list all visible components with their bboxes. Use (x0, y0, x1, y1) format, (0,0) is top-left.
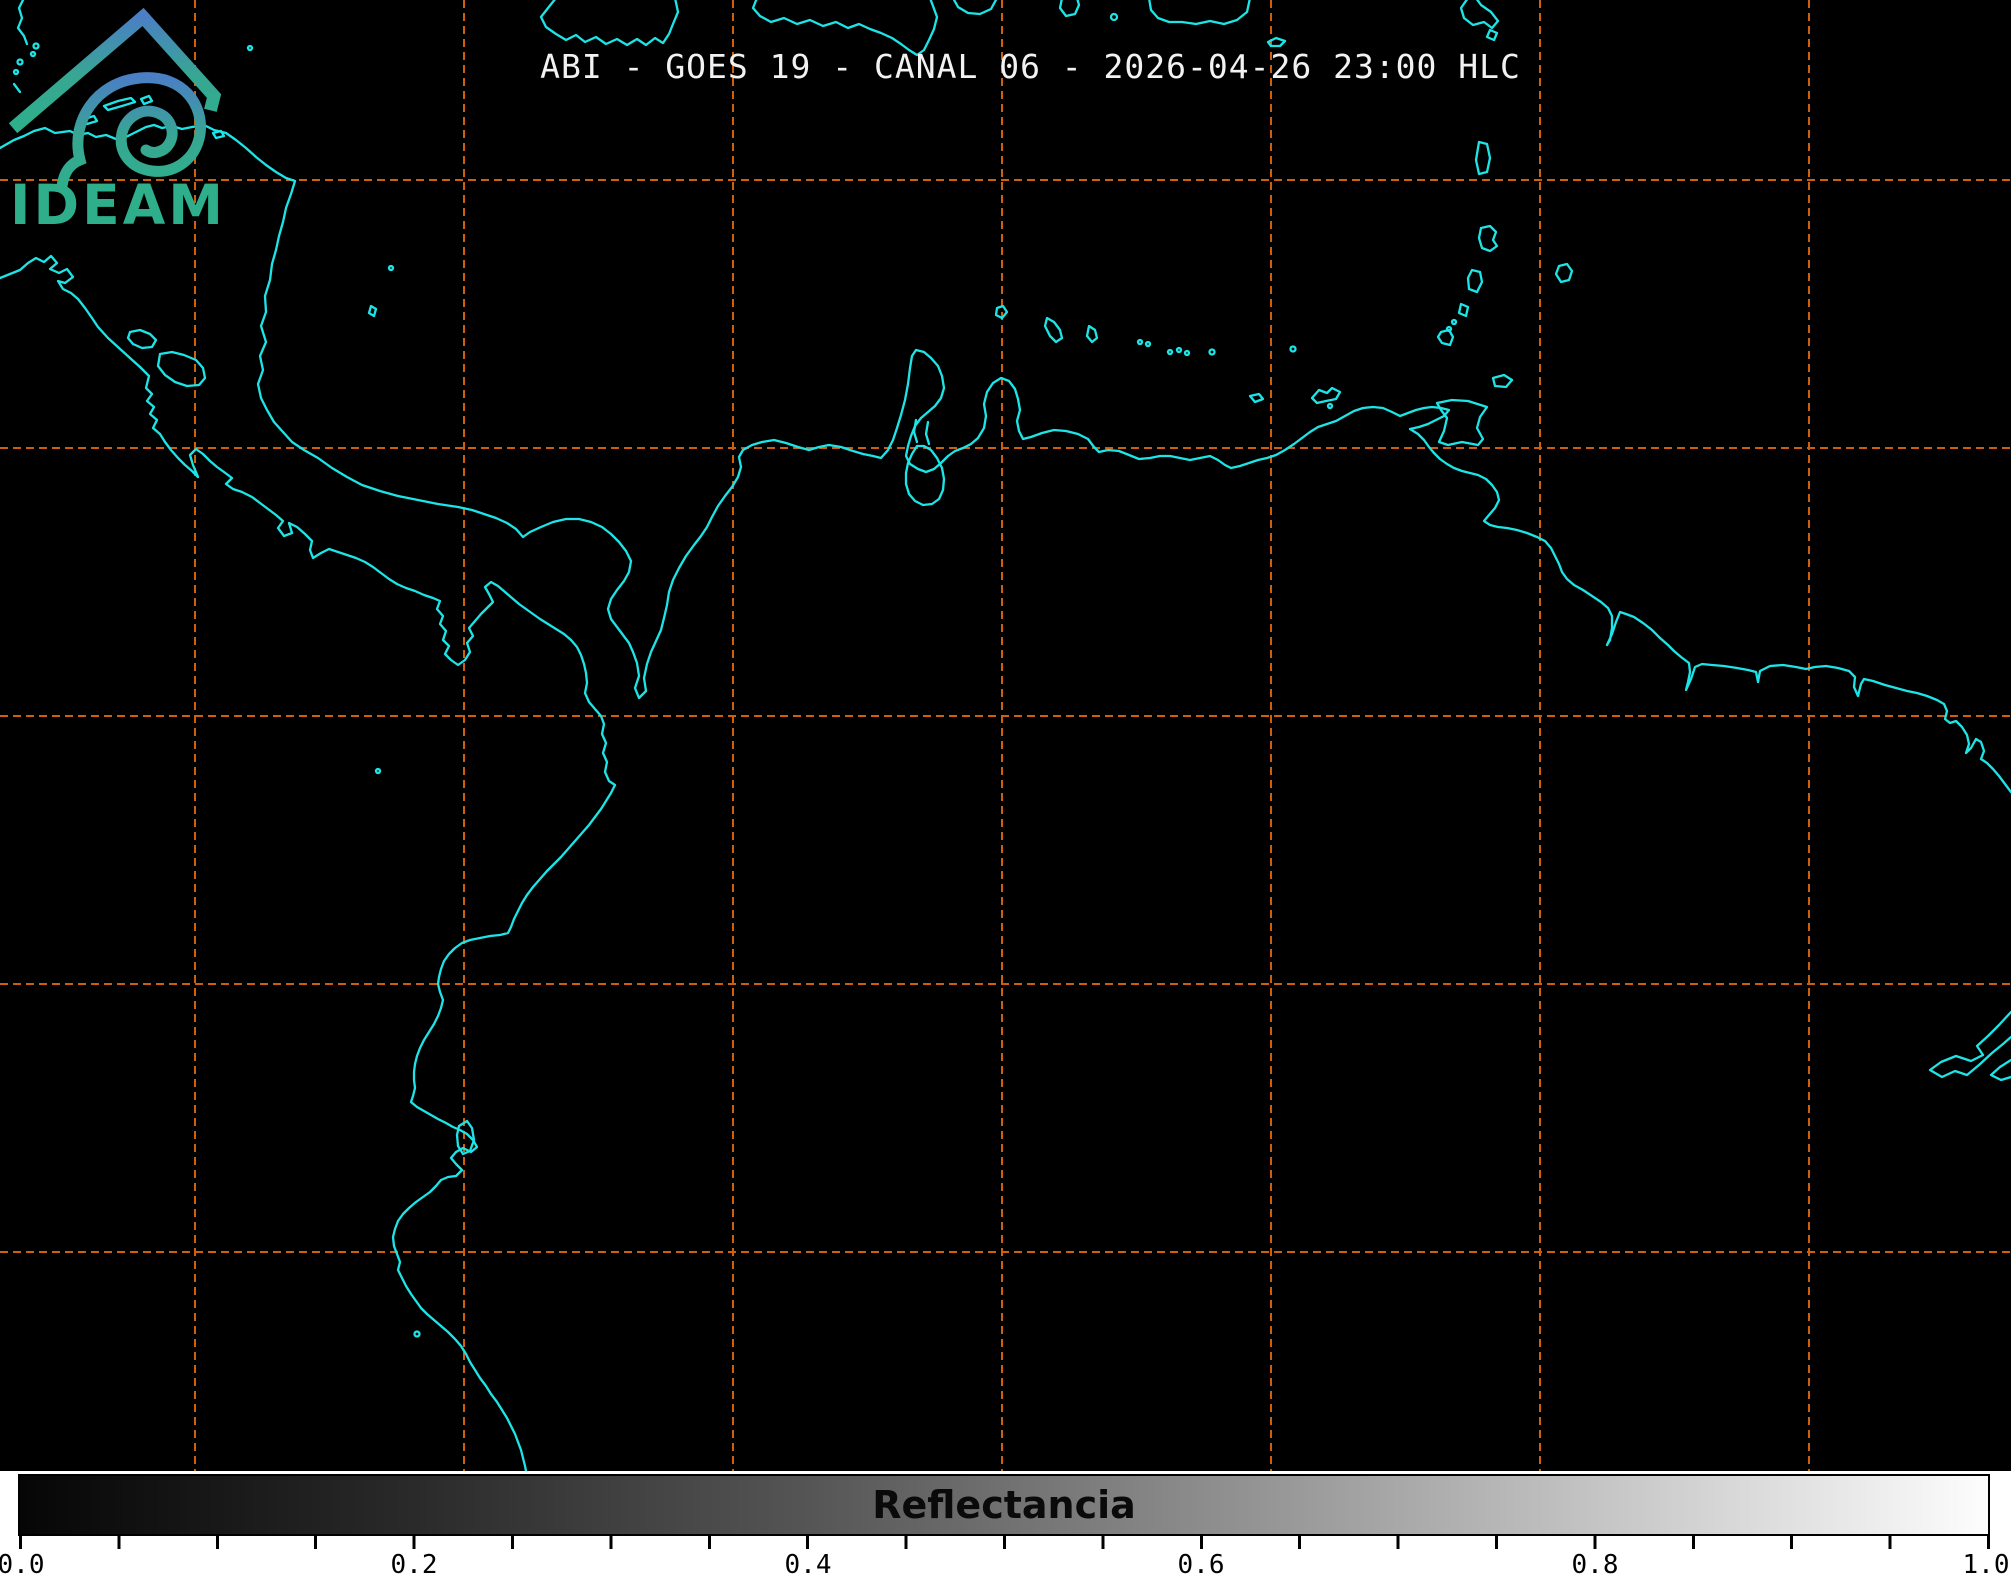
puerto-rico-fragment (1148, 0, 1251, 26)
colorbar-zone: Reflectancia 0.0 0.2 0.4 0.6 0.8 1.0 (0, 1471, 2011, 1580)
hispaniola-fragment (952, 0, 998, 16)
tick-label: 0.8 (1571, 1550, 1619, 1580)
lake-nicaragua (156, 350, 207, 388)
colorbar-ticks (19, 1536, 1991, 1549)
los-roques-islet (1183, 349, 1191, 357)
trinidad-island (1435, 398, 1489, 447)
san-andres-island (367, 304, 378, 318)
guadeloupe-island (1459, 0, 1500, 42)
mountain-icon (8, 7, 222, 134)
tick-label: 0.2 (390, 1550, 438, 1580)
coastlines (0, 0, 2011, 1471)
coche-island (1326, 402, 1334, 410)
martinique-island (1477, 224, 1499, 253)
lake-managua (126, 328, 158, 350)
tick-label: 0.6 (1177, 1550, 1225, 1580)
map-graphics (0, 0, 2011, 1471)
barbados-island (1554, 262, 1574, 284)
la-tortuga-island (1248, 392, 1265, 404)
los-roques-islet (1166, 348, 1174, 356)
dominica-island (1474, 140, 1492, 176)
st-vincent-island (1457, 302, 1470, 318)
st-lucia-island (1466, 268, 1484, 294)
caribbean-coastline (0, 123, 2011, 794)
graticule-gridlines (0, 0, 2011, 1471)
lobos-island (413, 1330, 421, 1338)
satellite-image-viewer: { "header": { "title": "ABI - GOES 19 - … (0, 0, 2011, 1580)
las-aves-islet (1136, 338, 1144, 346)
mona-island (1109, 12, 1119, 22)
tobago-island (1491, 373, 1514, 389)
colorbar-tick-labels: 0.0 0.2 0.4 0.6 0.8 1.0 (0, 1550, 2011, 1580)
ideam-logo: IDEAM (8, 7, 226, 236)
margarita-island (1310, 386, 1342, 405)
reflectance-colorbar: Reflectancia (18, 1474, 1990, 1536)
grenadines-islet (1450, 318, 1458, 326)
pacific-coastline (0, 254, 617, 1471)
colorbar-label: Reflectancia (872, 1483, 1136, 1527)
curacao-island (1043, 316, 1064, 344)
ideam-logo-text: IDEAM (10, 173, 226, 236)
hurricane-spiral-icon (56, 72, 206, 192)
providencia-island (387, 264, 395, 272)
las-aves-islet (1144, 340, 1152, 348)
tick-label: 0.0 (0, 1550, 45, 1580)
image-title: ABI - GOES 19 - CANAL 06 - 2026-04-26 23… (540, 47, 1521, 86)
los-roques-islet (1175, 346, 1183, 354)
tick-label: 1.0 (1962, 1550, 2010, 1580)
st-croix-island (1058, 0, 1081, 18)
swan-island (246, 44, 254, 52)
la-blanquilla-island (1289, 345, 1297, 353)
satellite-map-canvas: ABI - GOES 19 - CANAL 06 - 2026-04-26 23… (0, 0, 2011, 1471)
grenada-island (1436, 328, 1455, 347)
amazon-coast-fragment (1928, 1010, 2011, 1082)
malpelo-island (374, 767, 382, 775)
bonaire-island (1085, 324, 1099, 344)
jamaica-fragment (539, 0, 680, 47)
la-orchila-island (1208, 348, 1216, 356)
tick-label: 0.4 (784, 1550, 832, 1580)
